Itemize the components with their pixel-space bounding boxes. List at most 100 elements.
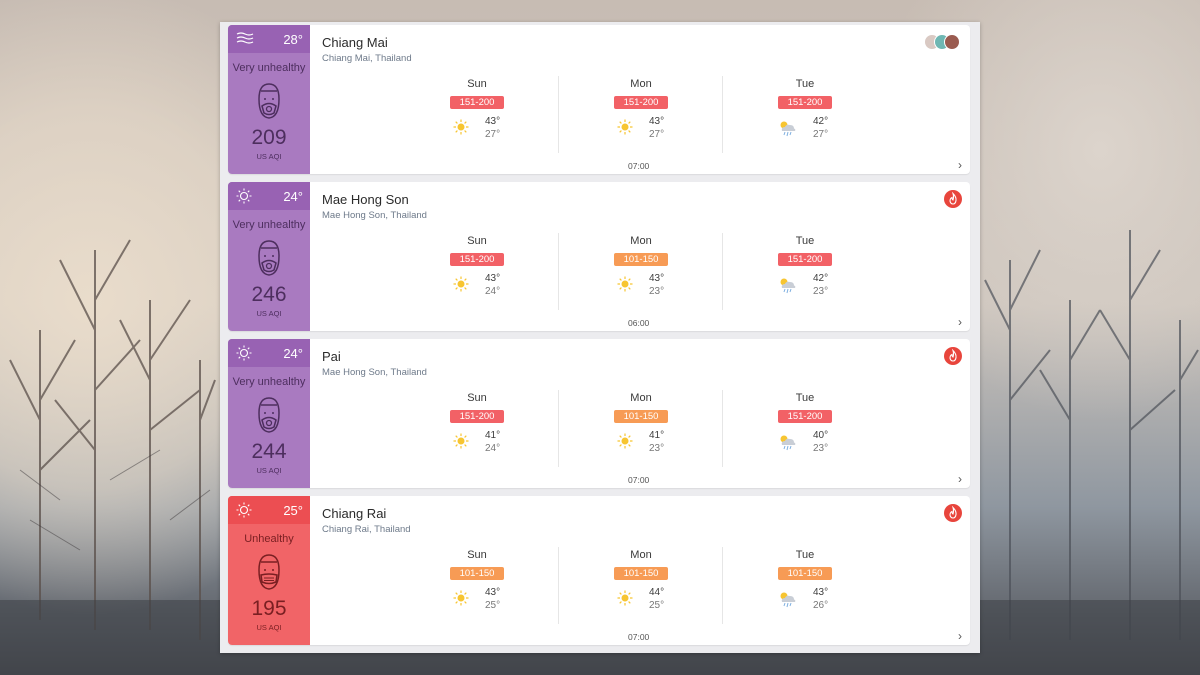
- wind-icon: [236, 32, 254, 44]
- aqi-side-panel: 25° Unhealthy 195 US AQI: [228, 496, 310, 645]
- low-temp: 27°: [649, 129, 665, 140]
- forecast-day: Mon 101-150 43° 23°: [559, 235, 723, 307]
- sun-icon: [453, 590, 469, 606]
- city-name: Mae Hong Son: [322, 192, 409, 207]
- forecast-day: Sun 101-150 43° 25°: [395, 549, 559, 621]
- fire-icon[interactable]: [944, 347, 962, 365]
- day-name: Sun: [467, 392, 487, 404]
- aqi-value: 209: [251, 126, 287, 149]
- day-name: Sun: [467, 78, 487, 90]
- low-temp: 25°: [485, 600, 501, 611]
- sun-icon: [453, 276, 469, 292]
- aqi-range-badge: 101-150: [614, 410, 668, 423]
- face-mask-icon: [258, 554, 280, 590]
- forecast-day: Mon 101-150 41° 23°: [559, 392, 723, 464]
- fire-icon[interactable]: [944, 190, 962, 208]
- day-name: Tue: [795, 392, 815, 404]
- forecast-day: Sun 151-200 43° 24°: [395, 235, 559, 307]
- region-name: Mae Hong Son, Thailand: [322, 210, 427, 221]
- low-temp: 23°: [813, 443, 829, 454]
- update-time: 07:00: [628, 475, 650, 485]
- sun-outline-icon: [236, 188, 252, 204]
- aqi-range-badge: 101-150: [614, 253, 668, 266]
- forecast-day: Mon 151-200 43° 27°: [559, 78, 723, 150]
- current-temperature: 24°: [283, 189, 303, 204]
- sun-icon: [453, 119, 469, 135]
- region-name: Chiang Rai, Thailand: [322, 524, 411, 535]
- high-temp: 41°: [649, 430, 665, 441]
- aqi-level-label: Unhealthy: [244, 533, 294, 545]
- low-temp: 27°: [485, 129, 501, 140]
- aqi-range-badge: 101-150: [614, 567, 668, 580]
- sun-outline-icon: [236, 502, 252, 518]
- high-temp: 43°: [485, 273, 501, 284]
- high-temp: 40°: [813, 430, 829, 441]
- day-name: Tue: [795, 549, 815, 561]
- high-temp: 41°: [485, 430, 501, 441]
- aqi-value: 246: [251, 283, 287, 306]
- current-temperature: 28°: [283, 32, 303, 47]
- sun-icon: [453, 433, 469, 449]
- contributor-avatars[interactable]: [924, 34, 962, 50]
- gas-mask-icon: [258, 83, 280, 119]
- aqi-range-badge: 151-200: [778, 410, 832, 423]
- forecast-day: Sun 151-200 41° 24°: [395, 392, 559, 464]
- current-temperature: 24°: [283, 346, 303, 361]
- day-name: Mon: [630, 392, 652, 404]
- forecast-day: Sun 151-200 43° 27°: [395, 78, 559, 150]
- aqi-level-label: Very unhealthy: [232, 62, 306, 74]
- aqi-header: 28°: [228, 25, 310, 53]
- aqi-range-badge: 151-200: [614, 96, 668, 109]
- fire-icon[interactable]: [944, 504, 962, 522]
- chevron-right-icon[interactable]: ›: [958, 472, 962, 486]
- aqi-header: 25°: [228, 496, 310, 524]
- high-temp: 43°: [813, 587, 829, 598]
- city-card-chiang-mai[interactable]: 28° Very unhealthy 209 US AQI Chiang Mai…: [228, 25, 970, 174]
- aqi-level-label: Very unhealthy: [232, 376, 306, 388]
- forecast-day: Tue 151-200 42° 23°: [723, 235, 887, 307]
- sun-icon: [617, 433, 633, 449]
- gas-mask-icon: [258, 397, 280, 433]
- high-temp: 43°: [485, 116, 501, 127]
- city-card-pai[interactable]: 24° Very unhealthy 244 US AQI Pai Mae Ho…: [228, 339, 970, 488]
- gas-mask-icon: [258, 240, 280, 276]
- aqi-range-badge: 151-200: [778, 253, 832, 266]
- chevron-right-icon[interactable]: ›: [958, 315, 962, 329]
- day-name: Mon: [630, 549, 652, 561]
- aqi-side-panel: 24° Very unhealthy 244 US AQI: [228, 339, 310, 488]
- forecast-day: Tue 151-200 42° 27°: [723, 78, 887, 150]
- high-temp: 44°: [649, 587, 665, 598]
- city-card-mae-hong-son[interactable]: 24° Very unhealthy 246 US AQI Mae Hong S…: [228, 182, 970, 331]
- storm-icon: [780, 592, 796, 608]
- region-name: Mae Hong Son, Thailand: [322, 367, 427, 378]
- aqi-level-label: Very unhealthy: [232, 219, 306, 231]
- aqi-range-badge: 101-150: [778, 567, 832, 580]
- aqi-range-badge: 151-200: [778, 96, 832, 109]
- high-temp: 43°: [649, 273, 665, 284]
- aqi-value: 244: [251, 440, 287, 463]
- storm-icon: [780, 278, 796, 294]
- sun-icon: [617, 119, 633, 135]
- sun-outline-icon: [236, 345, 252, 361]
- forecast-day: Mon 101-150 44° 25°: [559, 549, 723, 621]
- high-temp: 43°: [649, 116, 665, 127]
- forecast-day: Tue 151-200 40° 23°: [723, 392, 887, 464]
- avatar: [944, 34, 960, 50]
- region-name: Chiang Mai, Thailand: [322, 53, 412, 64]
- low-temp: 23°: [649, 443, 665, 454]
- aqi-unit: US AQI: [256, 466, 282, 475]
- low-temp: 26°: [813, 600, 829, 611]
- day-name: Mon: [630, 235, 652, 247]
- low-temp: 24°: [485, 443, 501, 454]
- city-name: Chiang Mai: [322, 35, 388, 50]
- day-name: Tue: [795, 235, 815, 247]
- chevron-right-icon[interactable]: ›: [958, 629, 962, 643]
- update-time: 07:00: [628, 632, 650, 642]
- city-card-chiang-rai[interactable]: 25° Unhealthy 195 US AQI Chiang Rai Chia…: [228, 496, 970, 645]
- high-temp: 43°: [485, 587, 501, 598]
- aqi-side-panel: 24° Very unhealthy 246 US AQI: [228, 182, 310, 331]
- chevron-right-icon[interactable]: ›: [958, 158, 962, 172]
- day-name: Sun: [467, 235, 487, 247]
- air-quality-panel: 28° Very unhealthy 209 US AQI Chiang Mai…: [220, 22, 980, 653]
- day-name: Sun: [467, 549, 487, 561]
